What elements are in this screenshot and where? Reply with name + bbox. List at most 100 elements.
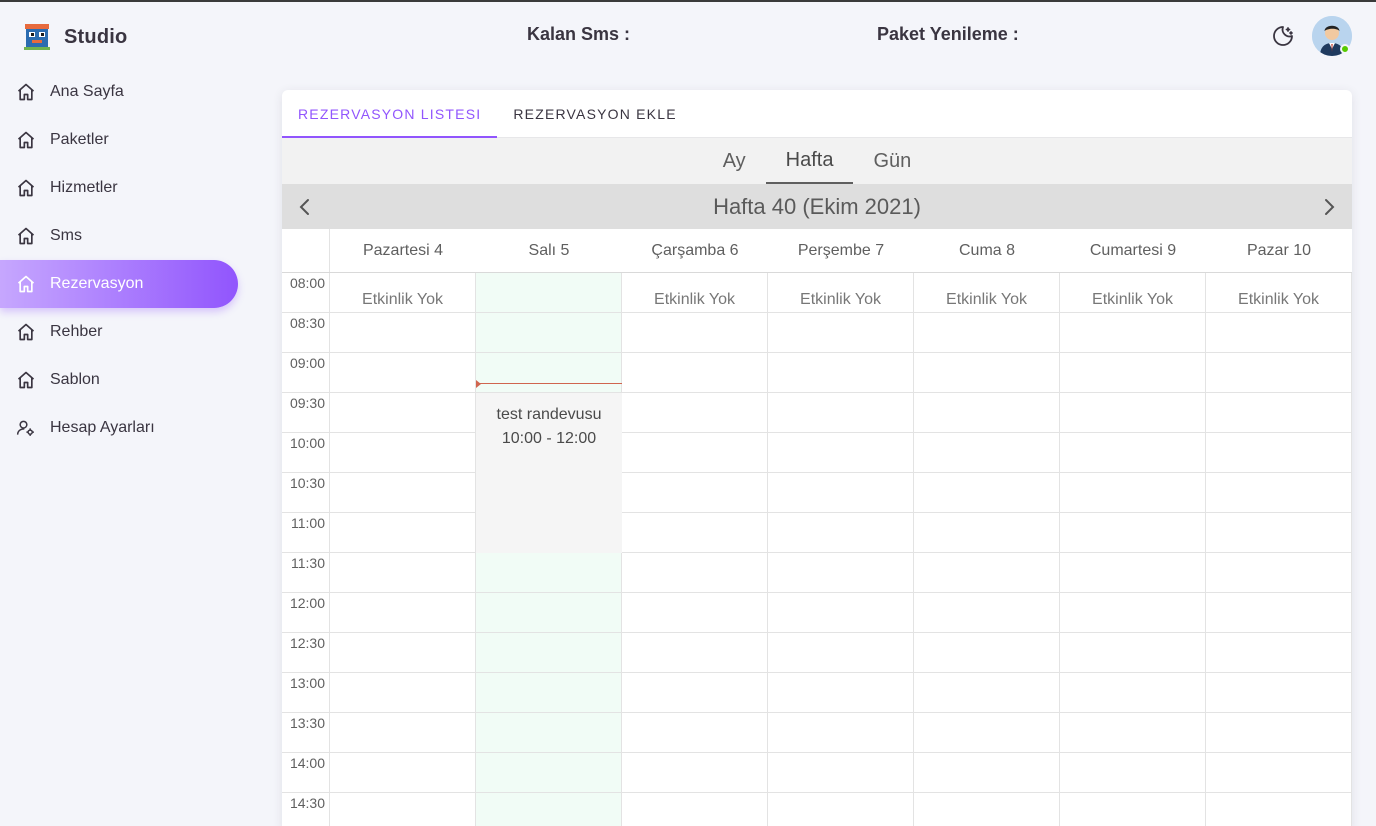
calendar-slot[interactable] (330, 513, 476, 552)
sidebar-item-hizmetler[interactable]: Hizmetler (0, 164, 238, 212)
brand[interactable]: Studio (22, 22, 127, 52)
calendar-slot[interactable] (1060, 633, 1206, 672)
calendar-slot[interactable] (330, 473, 476, 512)
chevron-left-icon[interactable] (296, 198, 314, 216)
calendar-slot[interactable] (914, 433, 1060, 472)
calendar-slot[interactable] (476, 673, 622, 712)
calendar-slot[interactable] (622, 473, 768, 512)
calendar-slot[interactable] (476, 593, 622, 632)
calendar-slot[interactable] (1206, 793, 1352, 826)
calendar-slot[interactable] (768, 633, 914, 672)
calendar-slot[interactable] (914, 353, 1060, 392)
calendar-slot[interactable] (476, 553, 622, 592)
calendar-slot[interactable] (768, 593, 914, 632)
calendar-slot[interactable]: Etkinlik Yok (330, 273, 476, 312)
calendar-slot[interactable] (768, 793, 914, 826)
sidebar-item-hesap-ayarlari[interactable]: Hesap Ayarları (0, 404, 238, 452)
calendar-slot[interactable] (1060, 593, 1206, 632)
calendar-slot[interactable] (622, 713, 768, 752)
calendar-slot[interactable] (914, 793, 1060, 826)
chevron-right-icon[interactable] (1320, 198, 1338, 216)
calendar-slot[interactable] (1206, 713, 1352, 752)
calendar-slot[interactable]: Etkinlik Yok (622, 273, 768, 312)
calendar-slot[interactable] (914, 753, 1060, 792)
calendar-slot[interactable] (1206, 513, 1352, 552)
calendar-slot[interactable]: Etkinlik Yok (768, 273, 914, 312)
calendar-slot[interactable] (914, 593, 1060, 632)
sidebar-item-ana-sayfa[interactable]: Ana Sayfa (0, 68, 238, 116)
view-week-button[interactable]: Hafta (765, 138, 854, 184)
calendar-slot[interactable] (330, 713, 476, 752)
calendar-slot[interactable] (330, 313, 476, 352)
calendar-slot[interactable] (1206, 353, 1352, 392)
calendar-slot[interactable] (1060, 433, 1206, 472)
view-day-button[interactable]: Gün (853, 138, 931, 184)
calendar-slot[interactable] (622, 793, 768, 826)
calendar-slot[interactable] (1060, 313, 1206, 352)
sidebar-item-rehber[interactable]: Rehber (0, 308, 238, 356)
calendar-slot[interactable] (914, 313, 1060, 352)
calendar-slot[interactable] (622, 633, 768, 672)
calendar-slot[interactable] (622, 673, 768, 712)
calendar-slot[interactable] (330, 433, 476, 472)
calendar-slot[interactable] (330, 553, 476, 592)
calendar-slot[interactable] (768, 353, 914, 392)
calendar-slot[interactable] (476, 793, 622, 826)
calendar-slot[interactable] (768, 433, 914, 472)
calendar-slot[interactable] (622, 393, 768, 432)
calendar-slot[interactable] (476, 713, 622, 752)
calendar-slot[interactable] (768, 473, 914, 512)
calendar-slot[interactable] (1060, 753, 1206, 792)
calendar-slot[interactable] (622, 593, 768, 632)
calendar-slot[interactable] (768, 313, 914, 352)
calendar-slot[interactable] (1206, 673, 1352, 712)
calendar-slot[interactable] (914, 513, 1060, 552)
sidebar-item-rezervasyon[interactable]: Rezervasyon (0, 260, 238, 308)
calendar-slot[interactable] (914, 393, 1060, 432)
calendar-slot[interactable] (476, 273, 622, 312)
calendar-slot[interactable] (622, 553, 768, 592)
calendar-slot[interactable] (768, 553, 914, 592)
calendar-slot[interactable] (476, 353, 622, 392)
calendar-slot[interactable] (476, 753, 622, 792)
calendar-slot[interactable] (914, 473, 1060, 512)
moon-icon[interactable] (1271, 24, 1295, 48)
calendar-slot[interactable] (1060, 553, 1206, 592)
calendar-slot[interactable] (330, 593, 476, 632)
calendar-slot[interactable] (1206, 433, 1352, 472)
calendar-slot[interactable] (622, 353, 768, 392)
calendar-slot[interactable] (914, 713, 1060, 752)
calendar-slot[interactable] (1060, 393, 1206, 432)
calendar-slot[interactable] (622, 433, 768, 472)
sidebar-item-sablon[interactable]: Sablon (0, 356, 238, 404)
calendar-slot[interactable] (1060, 793, 1206, 826)
sidebar-item-paketler[interactable]: Paketler (0, 116, 238, 164)
sidebar-item-sms[interactable]: Sms (0, 212, 238, 260)
calendar-slot[interactable]: Etkinlik Yok (914, 273, 1060, 312)
calendar-slot[interactable] (476, 633, 622, 672)
calendar-slot[interactable] (330, 673, 476, 712)
calendar-slot[interactable] (1060, 473, 1206, 512)
calendar-slot[interactable] (914, 633, 1060, 672)
calendar-slot[interactable] (914, 553, 1060, 592)
calendar-slot[interactable] (768, 393, 914, 432)
calendar-slot[interactable] (1206, 473, 1352, 512)
calendar-event[interactable]: test randevusu 10:00 - 12:00 (476, 393, 622, 553)
tab-reservation-list[interactable]: REZERVASYON LISTESI (282, 90, 498, 138)
calendar-slot[interactable] (768, 673, 914, 712)
calendar-slot[interactable] (768, 753, 914, 792)
calendar-slot[interactable] (1060, 353, 1206, 392)
calendar-slot[interactable] (476, 313, 622, 352)
calendar-slot[interactable] (330, 753, 476, 792)
calendar-slot[interactable] (768, 713, 914, 752)
calendar-slot[interactable] (1060, 673, 1206, 712)
calendar-slot[interactable] (1206, 593, 1352, 632)
calendar-slot[interactable] (330, 793, 476, 826)
calendar-slot[interactable] (1206, 313, 1352, 352)
calendar-slot[interactable] (330, 393, 476, 432)
calendar-slot[interactable] (330, 353, 476, 392)
calendar-slot[interactable] (330, 633, 476, 672)
view-month-button[interactable]: Ay (703, 138, 766, 184)
calendar-slot[interactable]: Etkinlik Yok (1206, 273, 1352, 312)
calendar-slot[interactable] (768, 513, 914, 552)
